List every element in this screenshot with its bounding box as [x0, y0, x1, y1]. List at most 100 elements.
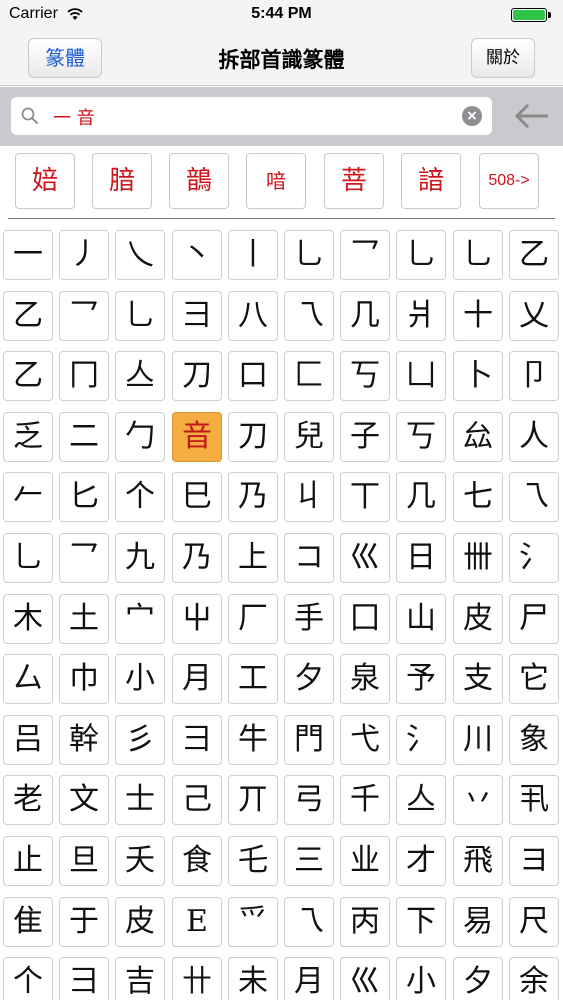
radical-cell[interactable]: 氵 [396, 715, 446, 765]
radical-cell[interactable]: 夕 [284, 654, 334, 704]
radical-cell[interactable]: 乁 [509, 472, 559, 522]
radical-cell[interactable]: 乀 [115, 230, 165, 280]
radical-cell[interactable]: 丷 [453, 775, 503, 825]
radical-cell[interactable]: 乚 [284, 230, 334, 280]
radical-cell[interactable]: 卜 [453, 351, 503, 401]
radical-cell[interactable]: 彐 [172, 291, 222, 341]
radical-cell[interactable]: 氵 [509, 533, 559, 583]
radical-cell[interactable]: 八 [228, 291, 278, 341]
radical-cell[interactable]: 匚 [284, 351, 334, 401]
radical-cell[interactable]: ヨ [509, 836, 559, 886]
radical-cell[interactable]: 未 [228, 957, 278, 1000]
radical-cell[interactable]: 刀 [228, 412, 278, 462]
radical-cell[interactable]: 厂 [228, 594, 278, 644]
radical-cell[interactable]: 小 [396, 957, 446, 1000]
search-input[interactable]: 一 音 × [11, 97, 492, 135]
radical-cell[interactable]: 十 [453, 291, 503, 341]
radical-cell[interactable]: 一 [3, 230, 53, 280]
radical-cell[interactable]: 乚 [3, 533, 53, 583]
radical-cell[interactable]: 飛 [453, 836, 503, 886]
radical-cell[interactable]: 皮 [115, 897, 165, 947]
radical-cell[interactable]: 予 [396, 654, 446, 704]
back-arrow-icon[interactable] [514, 103, 550, 133]
radical-cell[interactable]: 乛 [59, 291, 109, 341]
radical-cell[interactable]: 手 [284, 594, 334, 644]
radical-cell[interactable]: コ [284, 533, 334, 583]
radical-cell[interactable]: 丌 [228, 775, 278, 825]
radical-cell[interactable]: 丶 [172, 230, 222, 280]
radical-cell[interactable]: 小 [115, 654, 165, 704]
radical-cell[interactable]: 囗 [340, 594, 390, 644]
radical-cell[interactable]: 丂 [396, 412, 446, 462]
radical-cell[interactable]: 日 [396, 533, 446, 583]
radical-cell[interactable]: 屮 [172, 594, 222, 644]
radical-cell[interactable]: 凵 [396, 351, 446, 401]
radical-cell[interactable]: 九 [115, 533, 165, 583]
radical-cell[interactable]: 夕 [453, 957, 503, 1000]
radical-cell[interactable]: 三 [284, 836, 334, 886]
radical-cell[interactable]: 巛 [340, 957, 390, 1000]
radical-cell[interactable]: 山 [396, 594, 446, 644]
radical-cell[interactable]: 丩 [284, 472, 334, 522]
radical-cell[interactable]: 上 [228, 533, 278, 583]
radical-cell[interactable]: 厽 [453, 412, 503, 462]
radical-cell[interactable]: 丿 [59, 230, 109, 280]
radical-cell[interactable]: 乚 [115, 291, 165, 341]
radical-cell[interactable]: 个 [115, 472, 165, 522]
radical-cell[interactable]: 幹 [59, 715, 109, 765]
radical-cell[interactable]: 刀 [172, 351, 222, 401]
radical-cell[interactable]: 乙 [3, 351, 53, 401]
radical-cell[interactable]: 它 [509, 654, 559, 704]
radical-cell[interactable]: 乁 [284, 897, 334, 947]
radical-cell[interactable]: E [172, 897, 222, 947]
radical-cell[interactable]: 象 [509, 715, 559, 765]
radical-cell[interactable]: 乛 [59, 533, 109, 583]
radical-cell[interactable]: 丮 [509, 775, 559, 825]
radical-cell[interactable]: 門 [284, 715, 334, 765]
radical-cell[interactable]: 爫 [228, 897, 278, 947]
about-button[interactable]: 關於 [471, 38, 535, 78]
radical-cell[interactable]: 下 [396, 897, 446, 947]
radical-cell[interactable]: 七 [453, 472, 503, 522]
radical-cell[interactable]: 口 [228, 351, 278, 401]
radical-cell[interactable]: 月 [172, 654, 222, 704]
radical-cell[interactable]: 吕 [3, 715, 53, 765]
radical-cell[interactable]: 乚 [396, 230, 446, 280]
radical-cell[interactable]: 己 [172, 775, 222, 825]
radical-cell[interactable]: 工 [228, 654, 278, 704]
radical-cell[interactable]: 𠂉 [3, 472, 53, 522]
radical-cell[interactable]: 月 [284, 957, 334, 1000]
radical-cell[interactable]: 厶 [3, 654, 53, 704]
clear-icon[interactable]: × [462, 106, 482, 126]
radical-cell[interactable]: 土 [59, 594, 109, 644]
radical-cell[interactable]: 丨 [228, 230, 278, 280]
radical-cell[interactable]: 隹 [3, 897, 53, 947]
radical-cell[interactable]: 余 [509, 957, 559, 1000]
result-char-button[interactable]: 諳 [401, 153, 461, 209]
radical-cell[interactable]: 尸 [509, 594, 559, 644]
radical-cell[interactable]: 乁 [284, 291, 334, 341]
radical-cell[interactable]: 巳 [172, 472, 222, 522]
radical-cell[interactable]: 亼 [115, 351, 165, 401]
result-char-button[interactable]: 腤 [92, 153, 152, 209]
result-char-button[interactable]: 菩 [324, 153, 384, 209]
radical-cell[interactable]: 彐 [59, 957, 109, 1000]
radical-cell[interactable]: 兒 [284, 412, 334, 462]
radical-cell[interactable]: 易 [453, 897, 503, 947]
radical-cell[interactable]: 吉 [115, 957, 165, 1000]
radical-cell[interactable]: 亼 [396, 775, 446, 825]
radical-cell[interactable]: 几 [396, 472, 446, 522]
radical-cell[interactable]: 乛 [340, 230, 390, 280]
radical-cell[interactable]: 卄 [172, 957, 222, 1000]
radical-cell[interactable]: 子 [340, 412, 390, 462]
radical-cell[interactable]: 巾 [59, 654, 109, 704]
radical-cell[interactable]: 文 [59, 775, 109, 825]
radical-cell[interactable]: 泉 [340, 654, 390, 704]
result-char-button[interactable]: 鶕 [169, 153, 229, 209]
radical-cell[interactable]: 乏 [3, 412, 53, 462]
radical-cell[interactable]: 丂 [340, 351, 390, 401]
radical-cell[interactable]: 乃 [172, 533, 222, 583]
radical-cell[interactable]: 勹 [115, 412, 165, 462]
radical-cell[interactable]: 乙 [3, 291, 53, 341]
radical-cell[interactable]: 彡 [115, 715, 165, 765]
